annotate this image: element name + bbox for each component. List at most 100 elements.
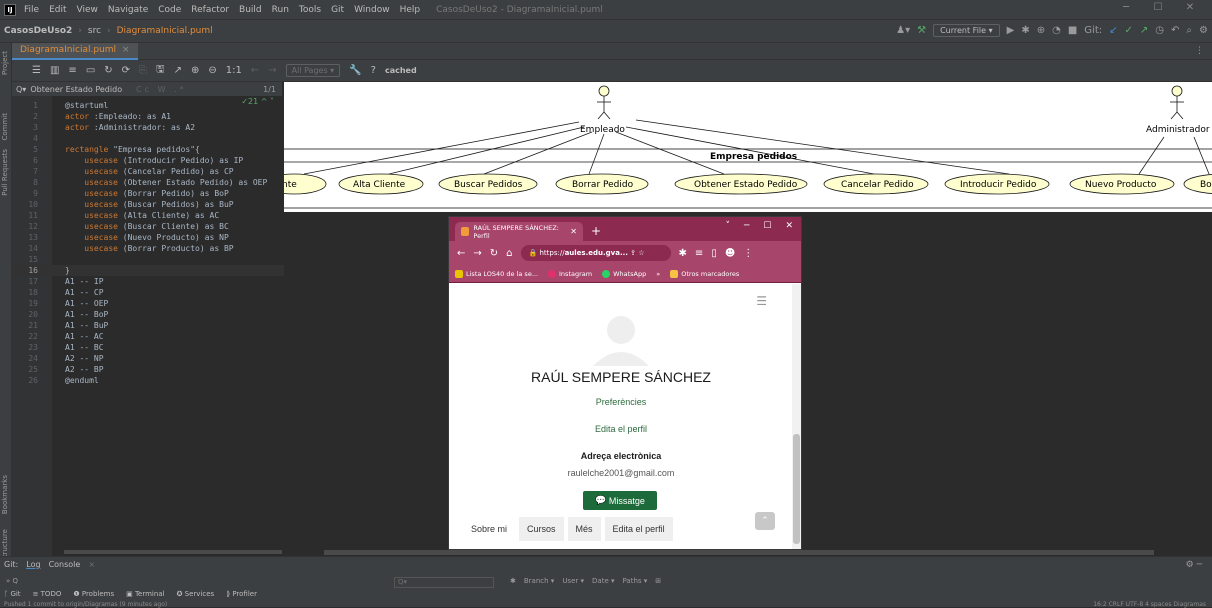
- zoom-in-icon[interactable]: ⊕: [191, 65, 199, 76]
- code-line[interactable]: 3 actor :Administrador: as A2: [12, 122, 284, 133]
- toolwin-todo[interactable]: ≡ TODO: [33, 590, 62, 598]
- home-icon[interactable]: ⌂: [506, 248, 512, 259]
- history-icon[interactable]: ◷: [1155, 25, 1164, 36]
- find-options[interactable]: Cc W .*: [136, 85, 187, 94]
- tab-diagrama-inicial[interactable]: DiagramaInicial.puml ×: [12, 42, 138, 60]
- toolwin-git[interactable]: ᚴ Git: [4, 590, 21, 598]
- code-line[interactable]: 4: [12, 133, 284, 144]
- next-page-icon[interactable]: →: [268, 65, 276, 76]
- side-tab-pull-requests[interactable]: Pull Requests: [1, 149, 9, 196]
- tab-cursos[interactable]: Cursos: [519, 517, 564, 541]
- toolwin-terminal[interactable]: ▣ Terminal: [126, 590, 164, 598]
- breadcrumb-file[interactable]: DiagramaInicial.puml: [117, 26, 213, 36]
- back-to-top-button[interactable]: ⌃: [755, 512, 775, 530]
- browser-window[interactable]: RAÚL SEMPERE SÁNCHEZ: Perfil ✕ + ˅ ─ ☐ ✕…: [448, 216, 802, 550]
- refresh-icon[interactable]: ↻: [104, 65, 112, 76]
- sidepanel-icon[interactable]: ▯: [711, 248, 717, 259]
- menu-run[interactable]: Run: [272, 5, 289, 15]
- actual-size-icon[interactable]: 1:1: [226, 65, 242, 76]
- browser-scrollbar[interactable]: [792, 284, 801, 549]
- new-tab-icon[interactable]: +: [591, 224, 601, 238]
- extension-icon[interactable]: ✱: [679, 248, 687, 259]
- bookmark-instagram[interactable]: Instagram: [548, 269, 592, 278]
- side-tab-project[interactable]: Project: [1, 51, 9, 75]
- breadcrumb-project[interactable]: CasosDeUso2: [4, 26, 72, 36]
- code-line[interactable]: 15: [12, 254, 284, 265]
- layout-editor-icon[interactable]: ☰: [32, 65, 41, 76]
- code-line[interactable]: 12 usecase (Buscar Cliente) as BC: [12, 221, 284, 232]
- filter-user[interactable]: User ▾: [562, 577, 584, 585]
- menu-file[interactable]: File: [24, 5, 39, 15]
- pages-dropdown[interactable]: All Pages ▾: [285, 64, 341, 77]
- code-line-current[interactable]: 16}: [12, 265, 284, 276]
- tab-edita-perfil[interactable]: Edita el perfil: [604, 517, 673, 541]
- bookmarks-overflow[interactable]: »: [656, 270, 660, 278]
- search-icon[interactable]: ⌕: [1186, 25, 1192, 36]
- filter-date[interactable]: Date ▾: [592, 577, 614, 585]
- code-line[interactable]: 2 actor :Empleado: as A1: [12, 111, 284, 122]
- edit-profile-link[interactable]: Edita el perfil: [449, 424, 793, 434]
- bookmark-whatsapp[interactable]: WhatsApp: [602, 269, 646, 278]
- hamburger-menu-icon[interactable]: ☰: [756, 294, 767, 308]
- new-tab-icon[interactable]: ⊞: [655, 577, 661, 585]
- filter-branch[interactable]: Branch ▾: [524, 577, 554, 585]
- close-icon[interactable]: ✕: [1174, 2, 1206, 13]
- run-config-dropdown[interactable]: Current File ▾: [933, 24, 1000, 37]
- help-icon[interactable]: ?: [371, 65, 376, 76]
- toolwin-problems[interactable]: ❶ Problems: [73, 590, 114, 598]
- address-bar[interactable]: 🔒 https://aules.edu.gva... ⇪ ☆: [520, 245, 671, 261]
- git-commit-icon[interactable]: ✓: [1125, 25, 1133, 36]
- tab-console[interactable]: Console: [49, 560, 81, 569]
- code-line[interactable]: 22 A1 -- AC: [12, 331, 284, 342]
- code-line[interactable]: 19 A1 -- OEP: [12, 298, 284, 309]
- git-update-icon[interactable]: ↙: [1109, 25, 1117, 36]
- preview-horizontal-scrollbar[interactable]: [324, 550, 1154, 555]
- user-icon[interactable]: ♟▾: [896, 25, 910, 36]
- menu-tools[interactable]: Tools: [299, 5, 321, 15]
- code-line[interactable]: 23 A1 -- BC: [12, 342, 284, 353]
- zoom-out-icon[interactable]: ⊖: [208, 65, 216, 76]
- close-tab-icon[interactable]: ×: [122, 45, 130, 55]
- menu-code[interactable]: Code: [158, 5, 181, 15]
- menu-refactor[interactable]: Refactor: [191, 5, 229, 15]
- panel-settings-icon[interactable]: ⚙ ─: [1186, 560, 1202, 570]
- code-line[interactable]: 26 @enduml: [12, 375, 284, 386]
- menu-navigate[interactable]: Navigate: [108, 5, 148, 15]
- back-icon[interactable]: ←: [457, 248, 465, 259]
- code-line[interactable]: 9 usecase (Borrar Pedido) as BoP: [12, 188, 284, 199]
- browser-menu-icon[interactable]: ⋮: [743, 248, 753, 259]
- browser-close-icon[interactable]: ✕: [785, 221, 793, 231]
- bookmark-los40[interactable]: Lista LOS40 de la se...: [455, 269, 538, 278]
- sync-icon[interactable]: ⟳: [122, 65, 130, 76]
- tab-search-chevron-icon[interactable]: ˅: [725, 221, 730, 231]
- close-console-icon[interactable]: ×: [88, 560, 95, 569]
- search-icon[interactable]: Q▾: [16, 85, 26, 94]
- browser-maximize-icon[interactable]: ☐: [763, 221, 771, 231]
- reading-list-icon[interactable]: ≡: [695, 248, 703, 259]
- menu-build[interactable]: Build: [239, 5, 262, 15]
- code-line[interactable]: 18 A1 -- CP: [12, 287, 284, 298]
- code-line[interactable]: 11 usecase (Alta Cliente) as AC: [12, 210, 284, 221]
- breadcrumb-folder[interactable]: src: [88, 26, 101, 36]
- git-push-icon[interactable]: ↗: [1140, 25, 1148, 36]
- run-icon[interactable]: ▶: [1007, 25, 1015, 36]
- tab-mes[interactable]: Més: [567, 517, 601, 541]
- filter-paths[interactable]: Paths ▾: [623, 577, 648, 585]
- toolwin-profiler[interactable]: ⟫ Profiler: [226, 590, 257, 598]
- filter-settings-icon[interactable]: ✱: [510, 577, 516, 585]
- browser-minimize-icon[interactable]: ─: [744, 221, 749, 231]
- copy-icon[interactable]: ⎘: [139, 65, 147, 76]
- code-line[interactable]: 1 @startuml: [12, 100, 284, 111]
- maximize-icon[interactable]: ☐: [1142, 2, 1174, 13]
- message-button[interactable]: 💬 Missatge: [583, 491, 657, 510]
- code-line[interactable]: 21 A1 -- BuP: [12, 320, 284, 331]
- editor-horizontal-scrollbar[interactable]: [64, 550, 282, 554]
- stop-icon[interactable]: ■: [1068, 25, 1077, 36]
- prev-page-icon[interactable]: ←: [251, 65, 259, 76]
- profile-avatar-icon[interactable]: ☻: [725, 248, 735, 259]
- preferences-link[interactable]: Preferències: [449, 397, 793, 407]
- debug-icon[interactable]: ✱: [1021, 25, 1029, 36]
- code-line[interactable]: 10 usecase (Buscar Pedidos) as BuP: [12, 199, 284, 210]
- settings-wrench-icon[interactable]: 🔧: [349, 65, 361, 76]
- log-search-input[interactable]: Q▾: [394, 577, 494, 588]
